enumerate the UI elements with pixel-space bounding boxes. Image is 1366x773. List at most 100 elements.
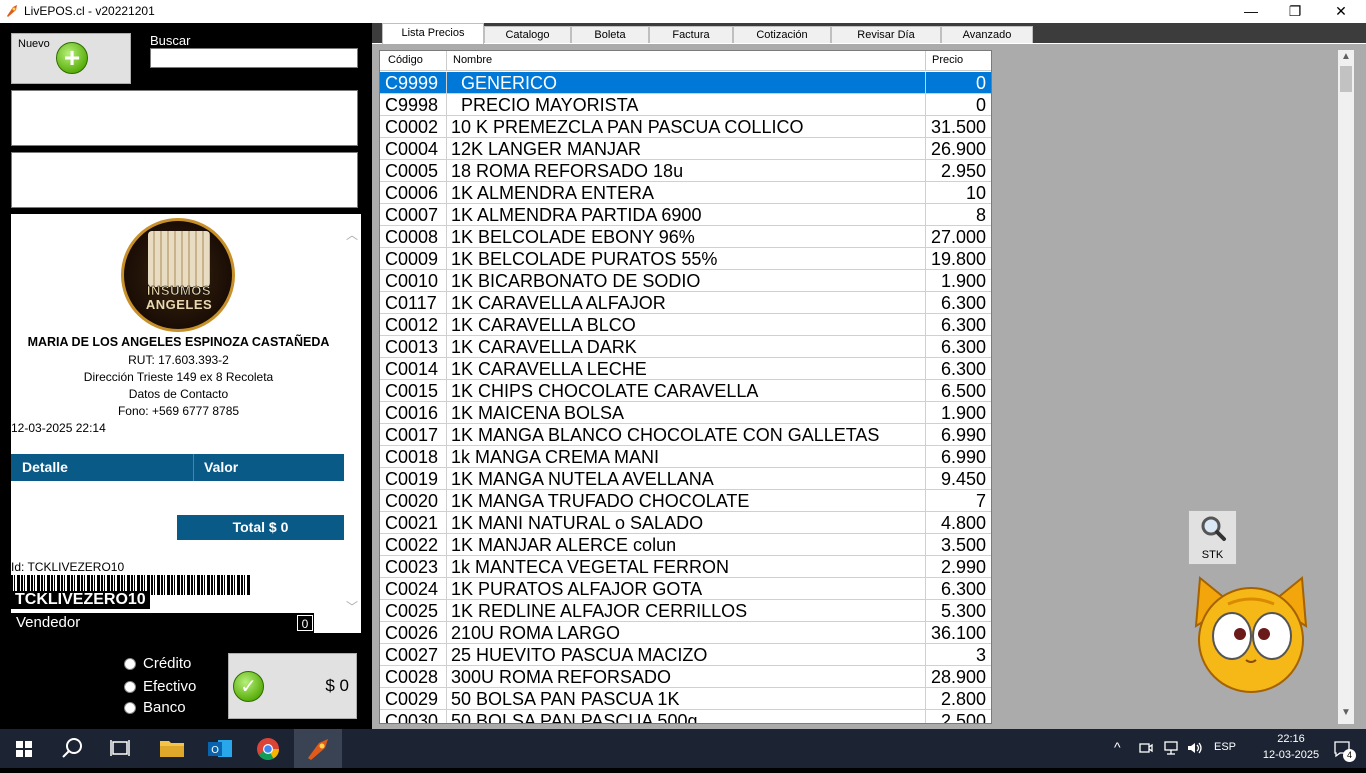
cell-divider <box>446 358 447 380</box>
cell-divider <box>925 204 926 226</box>
tab-catalogo[interactable]: Catalogo <box>484 26 571 43</box>
col-nombre[interactable]: Nombre <box>453 54 492 66</box>
volume-icon[interactable] <box>1186 740 1204 756</box>
col-codigo[interactable]: Código <box>388 54 423 66</box>
tab-avanzado[interactable]: Avanzado <box>941 26 1033 43</box>
row-price: 3 <box>975 645 986 665</box>
chevron-up-icon[interactable]: ▲ <box>1341 51 1351 62</box>
chevron-down-icon[interactable]: ▼ <box>1341 707 1351 718</box>
row-name: 18 ROMA REFORSADO 18u <box>451 161 684 181</box>
tab-lista-precios[interactable]: Lista Precios <box>382 23 484 44</box>
notes-box[interactable] <box>11 152 358 208</box>
price-grid[interactable]: Código Nombre Precio C9999 GENERICO 0 C999… <box>379 50 992 724</box>
table-row[interactable]: C0018 1k MANGA CREMA MANI 6.990 <box>380 446 991 468</box>
clock-date[interactable]: 12-03-2025 <box>1253 749 1329 761</box>
row-code: C0021 <box>385 513 439 533</box>
table-row[interactable]: C0005 18 ROMA REFORSADO 18u 2.950 <box>380 160 991 182</box>
table-row[interactable]: C0020 1K MANGA TRUFADO CHOCOLATE 7 <box>380 490 991 512</box>
payment-efectivo[interactable]: Efectivo <box>124 678 196 695</box>
table-row[interactable]: C0117 1K CARAVELLA ALFAJOR 6.300 <box>380 292 991 314</box>
tab-boleta[interactable]: Boleta <box>571 26 649 43</box>
row-price: 9.450 <box>940 469 986 489</box>
chevron-up-icon[interactable]: ︿ <box>346 226 358 243</box>
language-indicator[interactable]: ESP <box>1214 741 1236 753</box>
client-box[interactable] <box>11 90 358 146</box>
table-row[interactable]: C0009 1K BELCOLADE PURATOS 55% 19.800 <box>380 248 991 270</box>
taskbar-outlook[interactable]: O <box>196 729 244 768</box>
row-name: GENERICO <box>451 73 558 93</box>
table-row[interactable]: C9999 GENERICO 0 <box>380 72 991 94</box>
table-row[interactable]: C0026 210U ROMA LARGO 36.100 <box>380 622 991 644</box>
stk-button[interactable]: STK <box>1188 510 1237 565</box>
table-row[interactable]: C0024 1K PURATOS ALFAJOR GOTA 6.300 <box>380 578 991 600</box>
table-row[interactable]: C0030 50 BOLSA PAN PASCUA 500g 2.500 <box>380 710 991 723</box>
chevron-down-icon[interactable]: ﹀ <box>346 598 358 615</box>
row-code: C0016 <box>385 403 439 423</box>
taskbar-file-explorer[interactable] <box>148 729 196 768</box>
table-row[interactable]: C0021 1K MANI NATURAL o SALADO 4.800 <box>380 512 991 534</box>
receipt-scrollbar[interactable]: ︿ ﹀ <box>343 214 361 633</box>
table-row[interactable]: C0002 10 K PREMEZCLA PAN PASCUA COLLICO 31… <box>380 116 991 138</box>
scroll-thumb[interactable] <box>1340 66 1352 92</box>
cell-divider <box>446 160 447 182</box>
row-price: 0 <box>975 95 986 115</box>
table-row[interactable]: C0016 1K MAICENA BOLSA 1.900 <box>380 402 991 424</box>
table-row[interactable]: C0010 1K BICARBONATO DE SODIO 1.900 <box>380 270 991 292</box>
table-row[interactable]: C0004 12K LANGER MANJAR 26.900 <box>380 138 991 160</box>
table-row[interactable]: C0008 1K BELCOLADE EBONY 96% 27.000 <box>380 226 991 248</box>
row-code: C0005 <box>385 161 439 181</box>
payment-credito[interactable]: Crédito <box>124 655 191 672</box>
table-row[interactable]: C0023 1k MANTECA VEGETAL FERRON 2.990 <box>380 556 991 578</box>
table-row[interactable]: C0015 1K CHIPS CHOCOLATE CARAVELLA 6.500 <box>380 380 991 402</box>
cell-divider <box>925 490 926 512</box>
radio-icon[interactable] <box>124 681 136 694</box>
search-input[interactable] <box>150 48 358 68</box>
maximize-button[interactable]: ❐ <box>1272 0 1318 23</box>
grid-scrollbar[interactable]: ▲ ▼ <box>1338 50 1354 724</box>
radio-icon[interactable] <box>124 702 136 715</box>
taskbar-livepos[interactable] <box>294 729 342 768</box>
table-row[interactable]: C0028 300U ROMA REFORSADO 28.900 <box>380 666 991 688</box>
task-view-button[interactable] <box>96 729 144 768</box>
pay-button[interactable]: ✓ $ 0 <box>228 653 357 719</box>
row-price: 5.300 <box>940 601 986 621</box>
table-row[interactable]: C9998 PRECIO MAYORISTA 0 <box>380 94 991 116</box>
table-row[interactable]: C0025 1K REDLINE ALFAJOR CERRILLOS 5.300 <box>380 600 991 622</box>
chevron-up-icon[interactable]: ^ <box>1114 739 1121 755</box>
nuevo-button[interactable]: Nuevo + <box>11 33 131 84</box>
clock-time[interactable]: 22:16 <box>1266 733 1316 745</box>
cell-divider <box>925 314 926 336</box>
tab-cotizacion[interactable]: Cotización <box>733 26 831 43</box>
taskbar-chrome[interactable] <box>244 729 292 768</box>
row-name: 1K MANJAR ALERCE colun <box>451 535 677 555</box>
cell-divider <box>446 710 447 723</box>
table-row[interactable]: C0017 1K MANGA BLANCO CHOCOLATE CON GALLE… <box>380 424 991 446</box>
table-row[interactable]: C0027 25 HUEVITO PASCUA MACIZO 3 <box>380 644 991 666</box>
table-row[interactable]: C0012 1K CARAVELLA BLCO 6.300 <box>380 314 991 336</box>
buscar-label: Buscar <box>150 33 191 48</box>
table-row[interactable]: C0007 1K ALMENDRA PARTIDA 6900 8 <box>380 204 991 226</box>
network-icon[interactable] <box>1162 740 1180 756</box>
table-row[interactable]: C0006 1K ALMENDRA ENTERA 10 <box>380 182 991 204</box>
radio-icon[interactable] <box>124 658 136 671</box>
payment-banco[interactable]: Banco <box>124 699 186 716</box>
chrome-icon <box>257 738 279 760</box>
start-button[interactable] <box>0 729 48 768</box>
table-row[interactable]: C0029 50 BOLSA PAN PASCUA 1K 2.800 <box>380 688 991 710</box>
row-name: 1K PURATOS ALFAJOR GOTA <box>451 579 703 599</box>
cell-divider <box>925 556 926 578</box>
tab-revisar-dia[interactable]: Revisar Día <box>831 26 941 43</box>
table-row[interactable]: C0019 1K MANGA NUTELA AVELLANA 9.450 <box>380 468 991 490</box>
search-button[interactable] <box>48 729 96 768</box>
close-button[interactable]: ✕ <box>1318 0 1364 23</box>
row-price: 31.500 <box>930 117 986 137</box>
table-row[interactable]: C0022 1K MANJAR ALERCE colun 3.500 <box>380 534 991 556</box>
table-row[interactable]: C0014 1K CARAVELLA LECHE 6.300 <box>380 358 991 380</box>
tab-factura[interactable]: Factura <box>649 26 733 43</box>
meet-icon[interactable] <box>1138 740 1154 756</box>
minimize-button[interactable]: — <box>1228 0 1274 23</box>
table-row[interactable]: C0013 1K CARAVELLA DARK 6.300 <box>380 336 991 358</box>
col-precio[interactable]: Precio <box>932 54 963 66</box>
row-name: 1K MAICENA BOLSA <box>451 403 625 423</box>
logo-text-1: INSUMOS <box>146 283 212 299</box>
